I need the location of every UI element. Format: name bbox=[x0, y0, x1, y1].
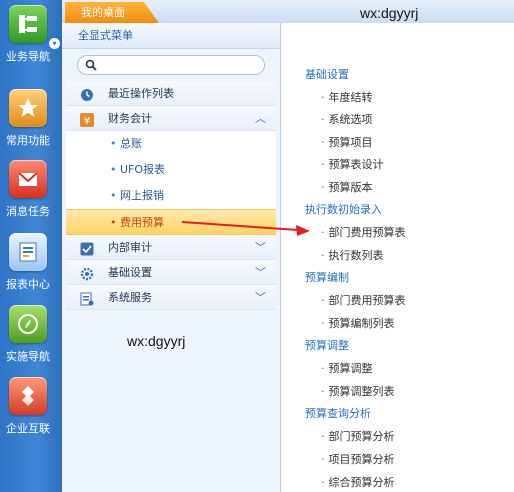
menu-list: 最近操作列表 ¥ 财务会计 ︿ • 总账 • UFO报表 • 网上报销 • 费用… bbox=[66, 81, 276, 310]
rail-enterprise-interconnect[interactable]: 企业互联 bbox=[0, 377, 62, 447]
menu-label: 基础设置 bbox=[108, 266, 152, 279]
tab-my-desktop[interactable]: 我的桌面 bbox=[65, 2, 159, 23]
menu-basic-settings[interactable]: 基础设置 ﹀ bbox=[66, 260, 276, 285]
link-dept-expense-budget-table[interactable]: · 部门费用预算表 bbox=[321, 224, 406, 240]
chevron-down-icon[interactable]: ﹀ bbox=[255, 235, 266, 260]
link-system-options[interactable]: · 系统选项 bbox=[321, 111, 373, 127]
document-icon bbox=[80, 290, 94, 306]
menu-recent-operations[interactable]: 最近操作列表 bbox=[66, 81, 276, 106]
bullet-icon: • bbox=[110, 163, 117, 176]
search-input[interactable] bbox=[77, 55, 265, 75]
rail-label: 常用功能 bbox=[6, 134, 50, 147]
link-annual-carryover[interactable]: · 年度结转 bbox=[321, 89, 373, 105]
section-title-budget-query-analysis[interactable]: 预算查询分析 bbox=[305, 405, 371, 421]
left-nav-rail: ▾ 业务导航 常用功能 消息任务 报表中心 实施导航 企业互联 bbox=[0, 0, 62, 492]
menu-header[interactable]: 全显式菜单 bbox=[62, 23, 280, 49]
gear-icon bbox=[80, 265, 94, 281]
search-icon bbox=[85, 59, 97, 74]
clock-icon bbox=[80, 86, 94, 101]
link-budget-version[interactable]: · 预算版本 bbox=[321, 179, 373, 195]
checkbox-icon bbox=[80, 240, 94, 256]
yen-icon: ¥ bbox=[80, 111, 94, 127]
rail-business-nav[interactable]: ▾ 业务导航 bbox=[0, 5, 62, 75]
top-tab-bar: 我的桌面 wx:dgyyrj bbox=[62, 0, 514, 24]
svg-text:¥: ¥ bbox=[84, 116, 90, 127]
menu-finance-accounting[interactable]: ¥ 财务会计 ︿ bbox=[66, 106, 276, 131]
link-execution-list[interactable]: · 执行数列表 bbox=[321, 247, 384, 263]
rail-implementation-nav[interactable]: 实施导航 bbox=[0, 305, 62, 375]
link-project-budget-analysis[interactable]: · 项目预算分析 bbox=[321, 451, 395, 467]
submenu-ufo-report[interactable]: • UFO报表 bbox=[66, 157, 276, 183]
link-dept-expense-budget-table-2[interactable]: · 部门费用预算表 bbox=[321, 292, 406, 308]
bullet-icon: • bbox=[110, 216, 117, 229]
puzzle-icon bbox=[9, 377, 47, 415]
rail-common-functions[interactable]: 常用功能 bbox=[0, 89, 62, 159]
function-content-panel: 基础设置 · 年度结转 · 系统选项 · 预算项目 · 预算表设计 · 预算版本 执行数初… bbox=[281, 23, 514, 492]
business-nav-icon bbox=[9, 5, 47, 43]
section-title-basic-settings[interactable]: 基础设置 bbox=[305, 66, 349, 82]
menu-label: 系统服务 bbox=[108, 291, 152, 304]
link-dept-budget-analysis[interactable]: · 部门预算分析 bbox=[321, 428, 395, 444]
report-icon bbox=[9, 233, 47, 271]
submenu-general-ledger[interactable]: • 总账 bbox=[66, 131, 276, 157]
link-budget-items[interactable]: · 预算项目 bbox=[321, 134, 373, 150]
menu-label: 最近操作列表 bbox=[108, 87, 174, 100]
submenu-label: 总账 bbox=[120, 137, 142, 150]
section-title-initial-execution-entry[interactable]: 执行数初始录入 bbox=[305, 201, 382, 217]
link-budget-adjustment-list[interactable]: · 预算调整列表 bbox=[321, 383, 395, 399]
menu-label: 内部审计 bbox=[108, 241, 152, 254]
submenu-label: 费用预算 bbox=[120, 216, 164, 229]
link-budget-table-design[interactable]: · 预算表设计 bbox=[321, 156, 384, 172]
link-budget-adjustment[interactable]: · 预算调整 bbox=[321, 360, 373, 376]
section-title-budget-compilation[interactable]: 预算编制 bbox=[305, 269, 349, 285]
chevron-down-icon[interactable]: ﹀ bbox=[255, 285, 266, 310]
compass-icon bbox=[9, 305, 47, 343]
watermark-text: wx:dgyyrj bbox=[360, 5, 419, 21]
rail-label: 实施导航 bbox=[6, 350, 50, 363]
rail-label: 企业互联 bbox=[6, 422, 50, 435]
submenu-expense-budget[interactable]: • 费用预算 bbox=[66, 209, 276, 235]
mail-icon bbox=[9, 160, 47, 198]
bullet-icon: • bbox=[110, 137, 117, 150]
submenu-online-reimbursement[interactable]: • 网上报销 bbox=[66, 183, 276, 209]
menu-internal-audit[interactable]: 内部审计 ﹀ bbox=[66, 235, 276, 260]
bullet-icon: • bbox=[110, 189, 117, 202]
rail-label: 报表中心 bbox=[6, 278, 50, 291]
menu-system-services[interactable]: 系统服务 ﹀ bbox=[66, 285, 276, 310]
rail-message-tasks[interactable]: 消息任务 bbox=[0, 160, 62, 230]
menu-panel: 全显式菜单 最近操作列表 ¥ 财务会计 ︿ • 总账 • UFO报表 • 网上报… bbox=[62, 23, 281, 492]
rail-label: 业务导航 bbox=[6, 50, 50, 63]
submenu-label: 网上报销 bbox=[120, 189, 164, 202]
link-comprehensive-budget-analysis[interactable]: · 综合预算分析 bbox=[321, 474, 395, 490]
submenu-label: UFO报表 bbox=[120, 163, 166, 176]
link-budget-compilation-list[interactable]: · 预算编制列表 bbox=[321, 315, 395, 331]
rail-report-center[interactable]: 报表中心 bbox=[0, 233, 62, 303]
chevron-up-icon[interactable]: ︿ bbox=[255, 106, 266, 131]
watermark-text: wx:dgyyrj bbox=[127, 333, 186, 349]
section-title-budget-adjustment[interactable]: 预算调整 bbox=[305, 337, 349, 353]
star-icon bbox=[9, 89, 47, 127]
menu-label: 财务会计 bbox=[108, 112, 152, 125]
rail-label: 消息任务 bbox=[6, 205, 50, 218]
chevron-down-icon[interactable]: ﹀ bbox=[255, 260, 266, 285]
